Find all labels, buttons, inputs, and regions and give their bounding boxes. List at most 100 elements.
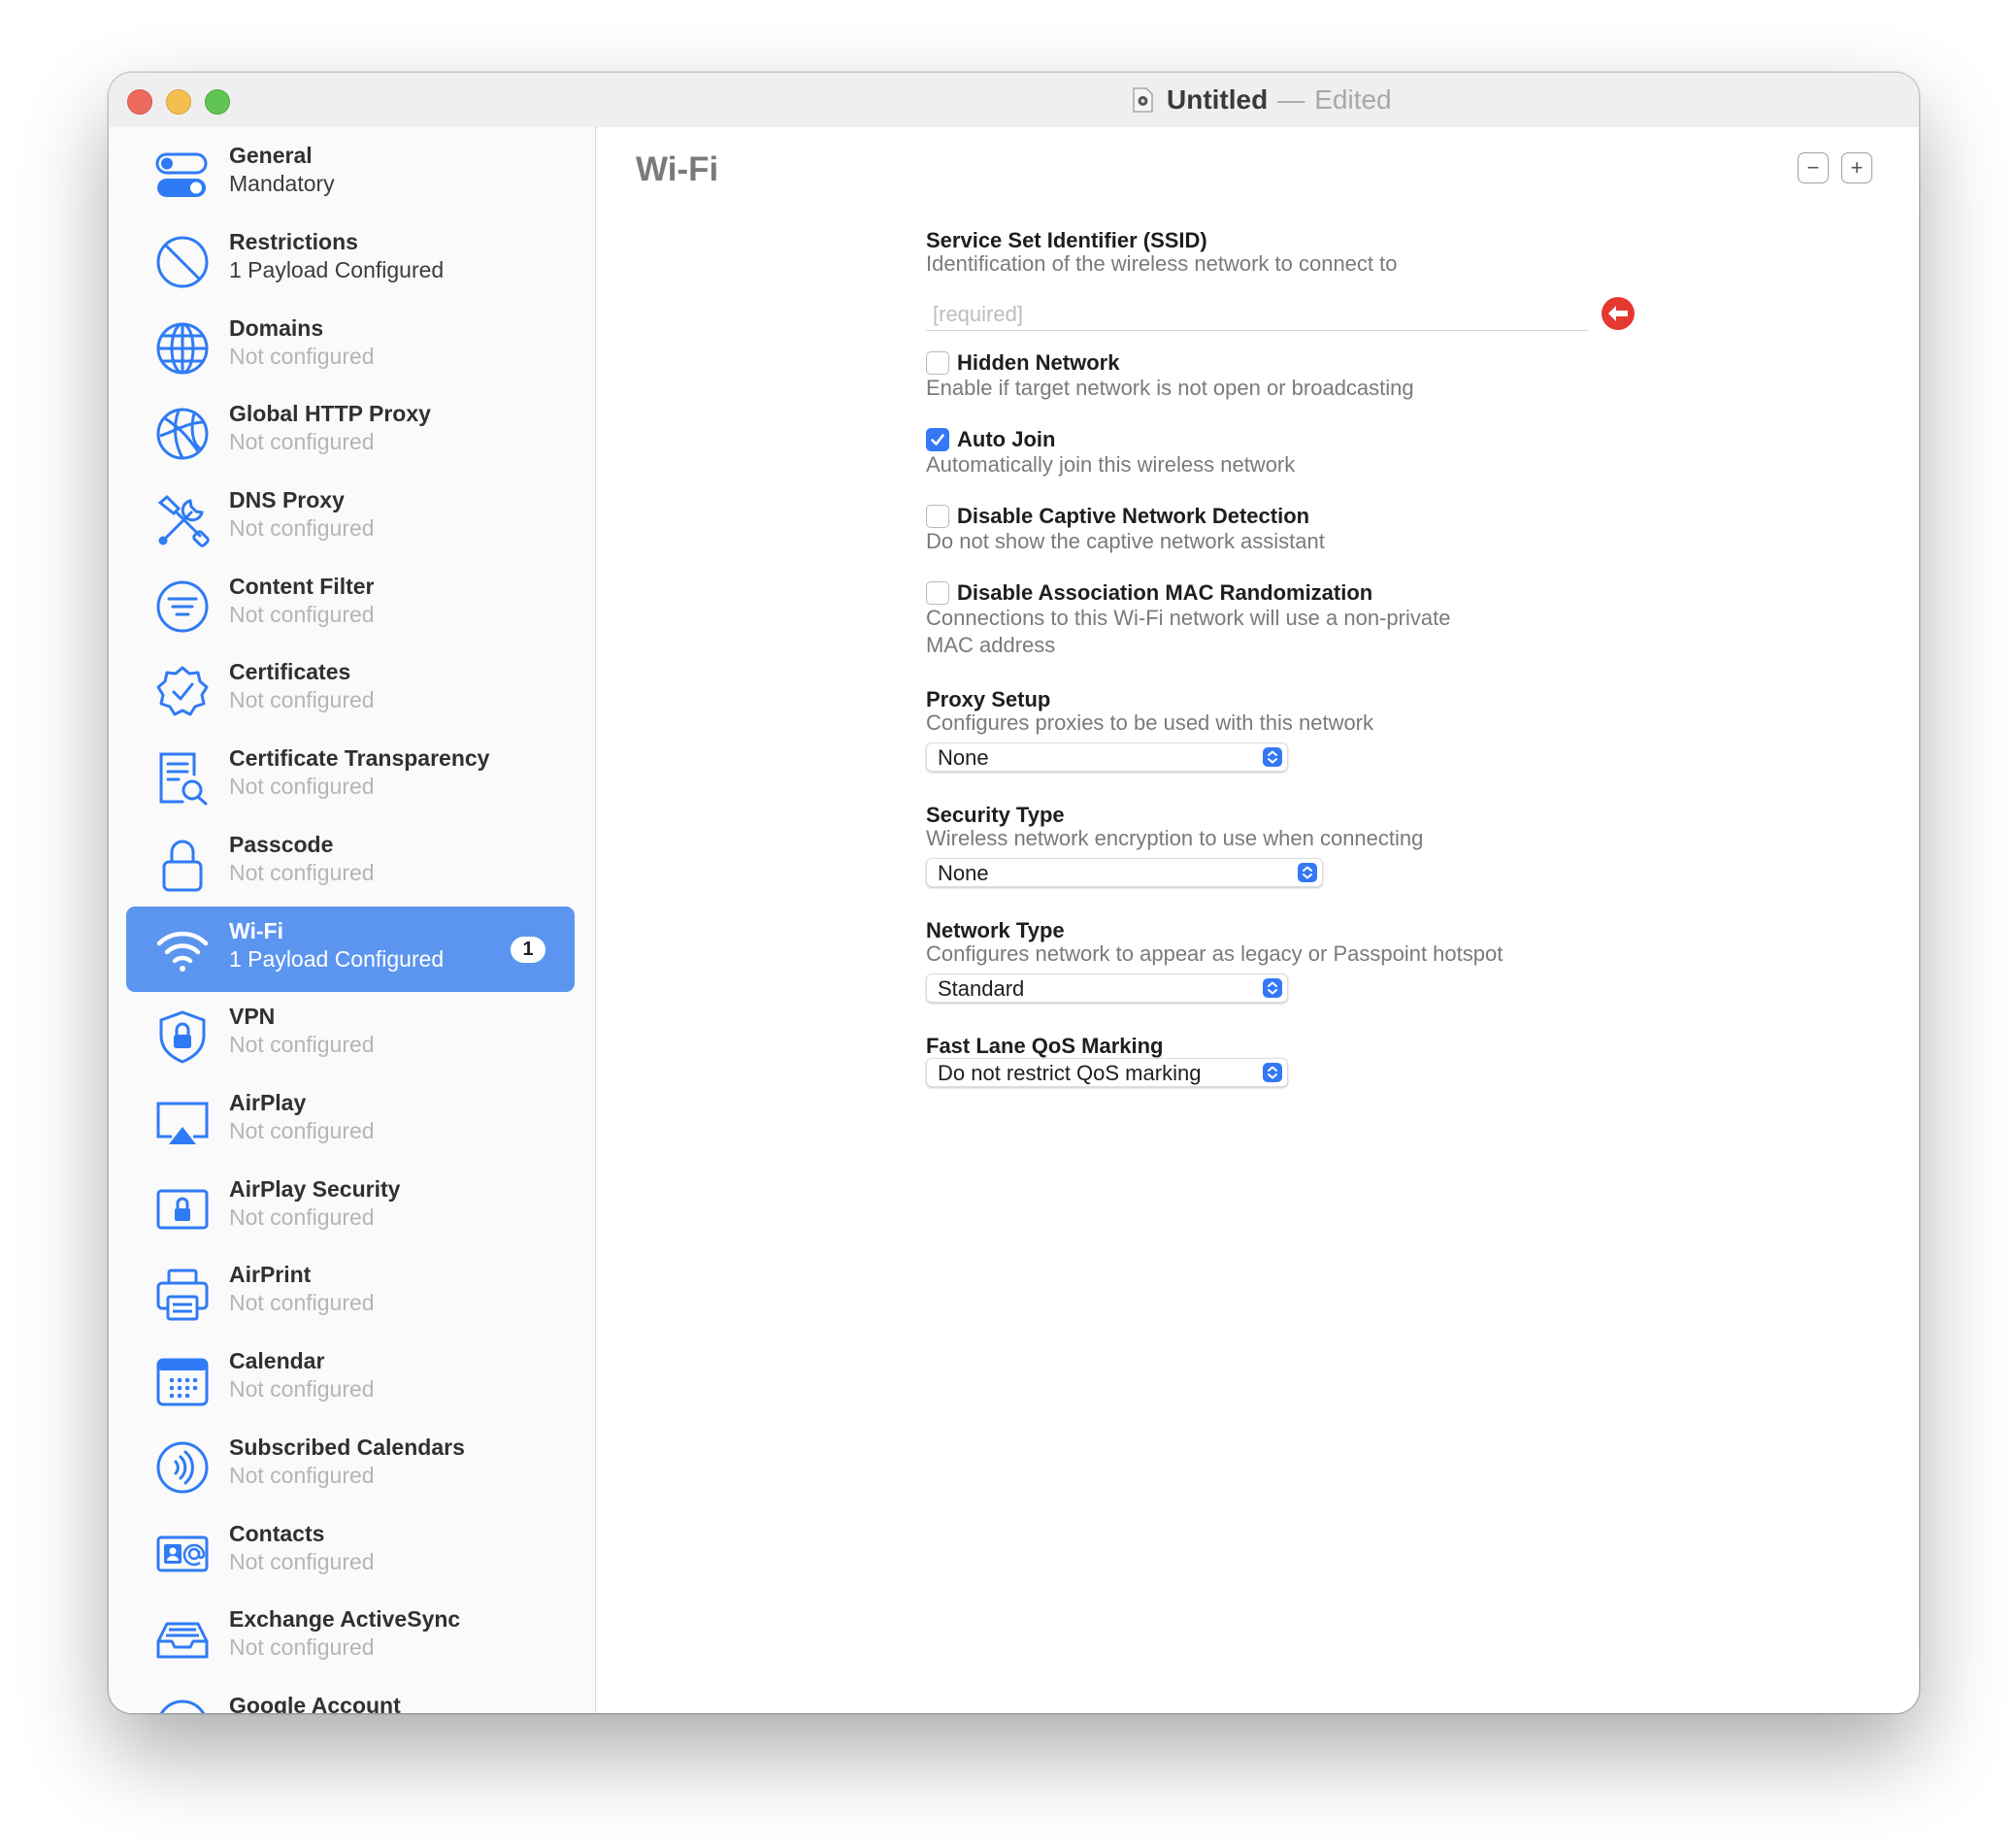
sidebar-item-title: DNS Proxy [229,487,345,512]
checkmark-icon [931,434,944,446]
sidebar-item-domains[interactable]: Domains Not configured [126,304,575,389]
toggle-switches-icon [155,148,210,203]
remove-payload-button[interactable]: − [1798,152,1829,183]
profile-document-icon [1133,87,1153,113]
document-magnifier-icon [155,751,210,806]
sidebar-item-airplay-security[interactable]: AirPlay Security Not configured [126,1165,575,1250]
security-type-description: Wireless network encryption to use when … [926,826,1424,850]
sidebar-item-title: Google Account [229,1693,401,1713]
app-window: Untitled — Edited General Mandatory Rest… [109,73,1919,1713]
auto-join-checkbox[interactable] [926,428,949,451]
globe-network-icon [155,407,210,461]
shield-lock-icon [155,1009,210,1064]
add-payload-button[interactable]: + [1841,152,1872,183]
mac-randomization-checkbox[interactable] [926,581,949,605]
required-error-icon[interactable] [1601,296,1635,331]
network-type-value: Standard [938,976,1025,1001]
broadcast-icon [155,1440,210,1495]
sidebar-item-airprint[interactable]: AirPrint Not configured [126,1250,575,1336]
tools-icon [155,493,210,547]
sidebar-item-certificates[interactable]: Certificates Not configured [126,647,575,733]
sidebar-item-passcode[interactable]: Passcode Not configured [126,820,575,906]
ssid-input[interactable] [926,298,1588,331]
auto-join-description: Automatically join this wireless network [926,452,1296,477]
ssid-description: Identification of the wireless network t… [926,251,1398,276]
sidebar-item-title: Contacts [229,1521,325,1546]
sidebar-item-title: Wi-Fi [229,918,283,943]
page-title: Wi-Fi [636,150,719,188]
sidebar-item-subtitle: Not configured [229,860,375,885]
calendar-icon [155,1354,210,1408]
sidebar-item-title: Content Filter [229,574,375,599]
certificate-badge-icon [155,665,210,719]
proxy-setup-select[interactable]: None [926,742,1288,772]
sidebar-item-subtitle: Not configured [229,1032,375,1057]
zoom-window-button[interactable] [205,89,230,115]
sidebar-item-title: Certificate Transparency [229,745,490,771]
qos-marking-select[interactable]: Do not restrict QoS marking [926,1058,1288,1087]
sidebar-item-subtitle: Not configured [229,1118,375,1143]
sidebar-item-title: Exchange ActiveSync [229,1606,461,1632]
payload-sidebar[interactable]: General Mandatory Restrictions 1 Payload… [109,127,596,1713]
security-type-select[interactable]: None [926,858,1323,887]
printer-icon [155,1268,210,1322]
sidebar-item-dns-proxy[interactable]: DNS Proxy Not configured [126,476,575,561]
filter-icon [155,579,210,634]
sidebar-item-subtitle: Not configured [229,774,375,799]
proxy-setup-description: Configures proxies to be used with this … [926,710,1374,735]
wifi-icon [155,924,210,978]
chevron-updown-icon [1263,747,1282,767]
auto-join-label: Auto Join [957,427,1056,451]
hidden-network-description: Enable if target network is not open or … [926,376,1414,400]
sidebar-item-subtitle: 1 Payload Configured [229,946,445,972]
title-bar[interactable]: Untitled — Edited [109,73,1919,128]
sidebar-item-title: AirPlay Security [229,1176,401,1202]
sidebar-item-vpn[interactable]: VPN Not configured [126,992,575,1077]
sidebar-item-subtitle: Not configured [229,429,375,454]
document-name: Untitled [1167,84,1269,115]
sidebar-item-global-http-proxy[interactable]: Global HTTP Proxy Not configured [126,389,575,475]
sidebar-item-google-account[interactable]: Google Account [126,1681,575,1713]
title-separator: — [1277,84,1305,115]
sidebar-item-airplay[interactable]: AirPlay Not configured [126,1078,575,1164]
sidebar-item-title: VPN [229,1004,276,1029]
sidebar-item-restrictions[interactable]: Restrictions 1 Payload Configured [126,217,575,303]
sidebar-item-certificate-transparency[interactable]: Certificate Transparency Not configured [126,734,575,819]
lock-icon [155,838,210,892]
chevron-updown-icon [1263,978,1282,998]
hidden-network-checkbox[interactable] [926,351,949,375]
network-type-select[interactable]: Standard [926,974,1288,1003]
window-title: Untitled — Edited [1132,84,1392,116]
sidebar-item-contacts[interactable]: Contacts Not configured [126,1509,575,1595]
sidebar-item-title: Passcode [229,832,334,857]
sidebar-item-title: General [229,143,313,168]
airplay-lock-icon [155,1182,210,1237]
sidebar-item-content-filter[interactable]: Content Filter Not configured [126,562,575,647]
payload-editor: Wi-Fi − + Service Set Identifier (SSID) … [597,127,1919,1713]
mac-randomization-label: Disable Association MAC Randomization [957,580,1373,605]
captive-detection-description: Do not show the captive network assistan… [926,529,1325,553]
chevron-updown-icon [1298,863,1317,882]
edited-status: Edited [1314,84,1392,115]
sidebar-item-subtitle: Not configured [229,515,375,541]
sidebar-item-subtitle: Not configured [229,1290,375,1315]
sidebar-item-general[interactable]: General Mandatory [126,131,575,216]
sidebar-item-subtitle: Not configured [229,687,375,712]
close-window-button[interactable] [127,89,152,115]
sidebar-item-title: Global HTTP Proxy [229,401,431,426]
sidebar-item-subtitle: Not configured [229,602,375,627]
security-type-value: None [938,861,989,885]
sidebar-item-exchange-activesync[interactable]: Exchange ActiveSync Not configured [126,1595,575,1680]
sidebar-item-wifi[interactable]: Wi-Fi 1 Payload Configured 1 [126,907,575,992]
sidebar-item-title: AirPrint [229,1262,312,1287]
sidebar-item-subtitle: Not configured [229,1463,375,1488]
mac-randomization-description-cont: MAC address [926,633,1056,657]
sidebar-item-title: AirPlay [229,1090,307,1115]
inbox-tray-icon [155,1612,210,1666]
hidden-network-label: Hidden Network [957,350,1120,375]
captive-detection-checkbox[interactable] [926,505,949,528]
sidebar-item-calendar[interactable]: Calendar Not configured [126,1336,575,1422]
sidebar-item-subscribed-calendars[interactable]: Subscribed Calendars Not configured [126,1423,575,1508]
minimize-window-button[interactable] [166,89,191,115]
sidebar-item-title: Calendar [229,1348,325,1373]
